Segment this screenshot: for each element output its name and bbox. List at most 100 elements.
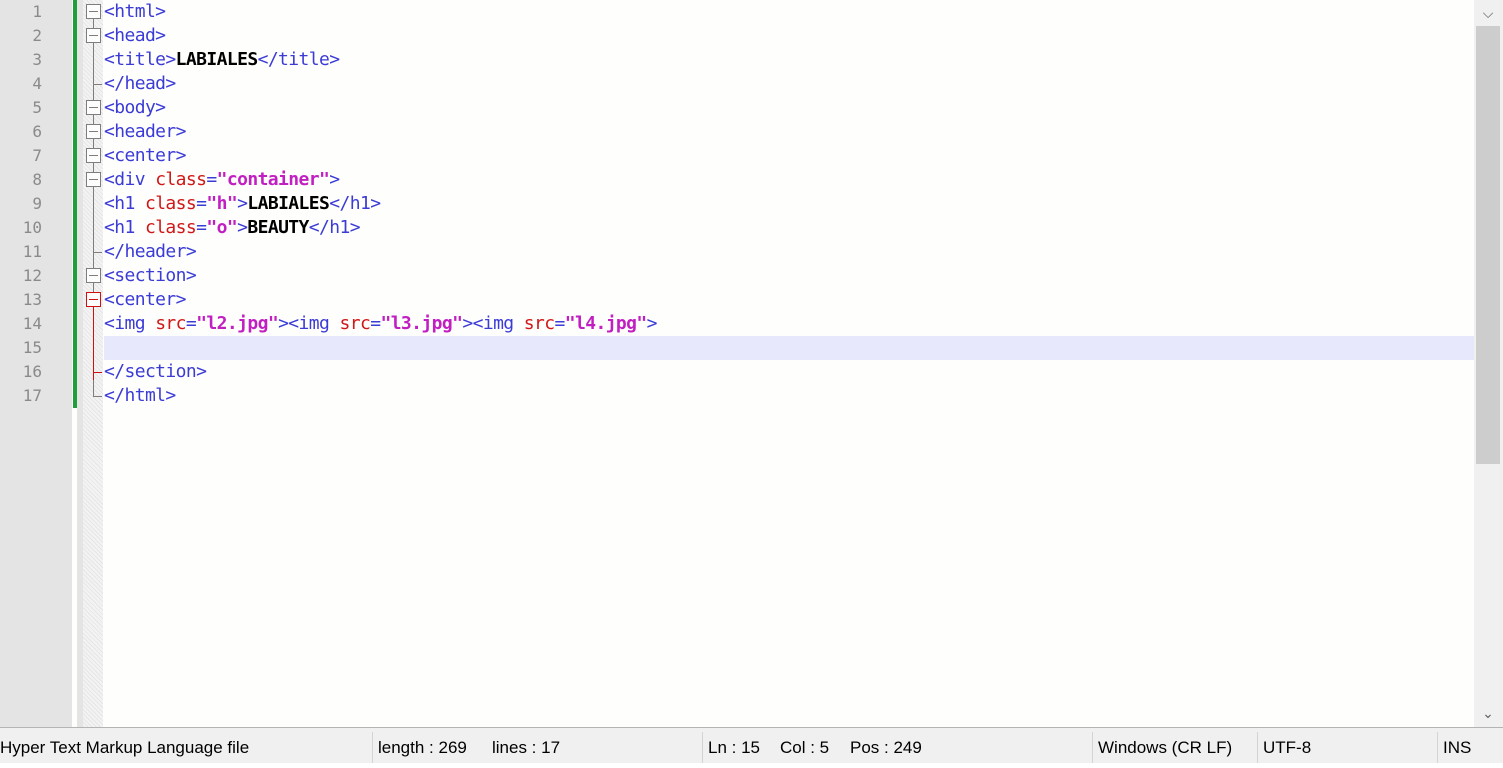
line-number-margin: 1 2 3 4 5 6 7 8 9 10 11 12 13 14 15 16 17: [0, 0, 72, 727]
code-token-attr: class: [144, 193, 197, 214]
code-line[interactable]: </section>: [104, 360, 207, 384]
length-label: length : 269: [378, 738, 467, 757]
code-token-val: "h": [206, 193, 238, 214]
fold-collapse-icon[interactable]: [86, 292, 101, 307]
code-token-tag: <center>: [104, 289, 187, 310]
code-line[interactable]: <center>: [104, 288, 187, 312]
code-line[interactable]: </header>: [104, 240, 197, 264]
fold-collapse-icon[interactable]: [86, 28, 101, 43]
chevron-down-icon[interactable]: ⌄: [1476, 702, 1500, 724]
fold-connector-active: [93, 307, 94, 380]
code-token-tag: <body>: [104, 97, 166, 118]
code-line[interactable]: <h1 class="h">LABIALES</h1>: [104, 192, 381, 216]
chevron-up-icon[interactable]: ⌵: [1476, 2, 1500, 24]
code-line[interactable]: <section>: [104, 264, 197, 288]
line-number: 2: [32, 26, 42, 45]
editor-pane[interactable]: 1 2 3 4 5 6 7 8 9 10 11 12 13 14 15 16 17 <html> <head> <t…: [0, 0, 1503, 727]
code-line[interactable]: <html>: [104, 0, 166, 24]
line-number: 3: [32, 50, 42, 69]
eol-format-label[interactable]: Windows (CR LF): [1098, 728, 1232, 763]
code-token-tag: =: [554, 313, 566, 334]
code-token-tag: >: [646, 313, 658, 334]
code-token-tag: <div: [104, 169, 156, 190]
code-line[interactable]: </html>: [104, 384, 176, 408]
status-separator: [1257, 732, 1258, 763]
code-token-tag: <img: [104, 313, 156, 334]
status-bar: Hyper Text Markup Language file length :…: [0, 727, 1503, 763]
fold-end-marker: [93, 372, 102, 373]
line-number: 8: [32, 170, 42, 189]
code-line[interactable]: <center>: [104, 144, 187, 168]
line-number: 14: [22, 314, 42, 333]
code-token-tag: </h1>: [308, 217, 361, 238]
code-token-tag: </html>: [104, 385, 176, 406]
fold-collapse-icon[interactable]: [86, 100, 101, 115]
fold-collapse-icon[interactable]: [86, 4, 101, 19]
encoding-label[interactable]: UTF-8: [1263, 728, 1311, 763]
code-line[interactable]: <head>: [104, 24, 166, 48]
code-token-tag: <head>: [104, 25, 166, 46]
line-number: 13: [22, 290, 42, 309]
code-token-val: "l4.jpg": [564, 313, 648, 334]
code-token-txt: LABIALES: [247, 193, 330, 214]
status-separator: [1092, 732, 1093, 763]
file-type-label: Hyper Text Markup Language file: [0, 738, 250, 757]
line-number: 7: [32, 146, 42, 165]
code-token-tag: <header>: [104, 121, 187, 142]
code-line[interactable]: <h1 class="o">BEAUTY</h1>: [104, 216, 361, 240]
code-line[interactable]: <header>: [104, 120, 187, 144]
code-line[interactable]: <title>LABIALES</title>: [104, 48, 341, 72]
code-token-tag: </h1>: [329, 193, 381, 214]
code-token-attr: class: [155, 169, 207, 190]
fold-collapse-icon[interactable]: [86, 148, 101, 163]
code-token-val: "l3.jpg": [380, 313, 463, 334]
current-line-highlight: [104, 336, 1474, 360]
line-number: 9: [32, 194, 42, 213]
code-token-tag: <section>: [104, 265, 197, 286]
code-token-tag: <h1: [104, 193, 145, 214]
lines-label: lines : 17: [492, 738, 561, 757]
line-number: 17: [22, 386, 42, 405]
code-token-tag: <center>: [104, 145, 187, 166]
line-number: 16: [22, 362, 42, 381]
fold-collapse-icon[interactable]: [86, 124, 101, 139]
code-token-val: "l2.jpg": [196, 313, 279, 334]
code-line[interactable]: <body>: [104, 96, 166, 120]
code-token-tag: =: [196, 217, 207, 238]
fold-collapse-icon[interactable]: [86, 172, 101, 187]
code-token-attr: class: [144, 217, 197, 238]
code-token-tag: </title>: [257, 49, 341, 70]
code-token-attr: src: [339, 313, 371, 334]
column-position-label: Col : 5: [780, 738, 830, 757]
code-token-val: "container": [216, 169, 330, 190]
code-token-tag: =: [206, 169, 217, 190]
line-number: 4: [32, 74, 42, 93]
code-token-tag: >: [237, 193, 248, 214]
scrollbar-thumb[interactable]: [1476, 26, 1500, 464]
fold-collapse-icon[interactable]: [86, 268, 101, 283]
code-line[interactable]: </head>: [104, 72, 176, 96]
code-line[interactable]: <div class="container">: [104, 168, 340, 192]
code-token-tag: =: [196, 193, 207, 214]
status-separator: [702, 732, 703, 763]
code-token-tag: ><img: [278, 313, 340, 334]
line-position-label: Ln : 15: [708, 738, 760, 757]
code-token-tag: </head>: [104, 73, 176, 94]
code-token-tag: </section>: [104, 361, 207, 382]
code-token-val: "o": [206, 217, 238, 238]
code-token-txt: BEAUTY: [247, 217, 309, 238]
code-token-attr: src: [155, 313, 186, 334]
code-token-tag: <h1: [104, 217, 145, 238]
code-line[interactable]: <img src="l2.jpg"><img src="l3.jpg"><img…: [104, 312, 658, 336]
fold-end-marker: [93, 84, 102, 85]
code-token-tag: <html>: [104, 1, 166, 22]
fold-end-marker: [93, 396, 102, 397]
fold-end-marker: [93, 252, 102, 253]
code-token-tag: =: [185, 313, 197, 334]
status-separator: [372, 732, 373, 763]
char-position-label: Pos : 249: [850, 738, 922, 757]
insert-mode-label[interactable]: INS: [1443, 728, 1471, 763]
code-token-attr: src: [523, 313, 555, 334]
code-token-tag: </header>: [104, 241, 197, 262]
line-number: 10: [22, 218, 42, 237]
